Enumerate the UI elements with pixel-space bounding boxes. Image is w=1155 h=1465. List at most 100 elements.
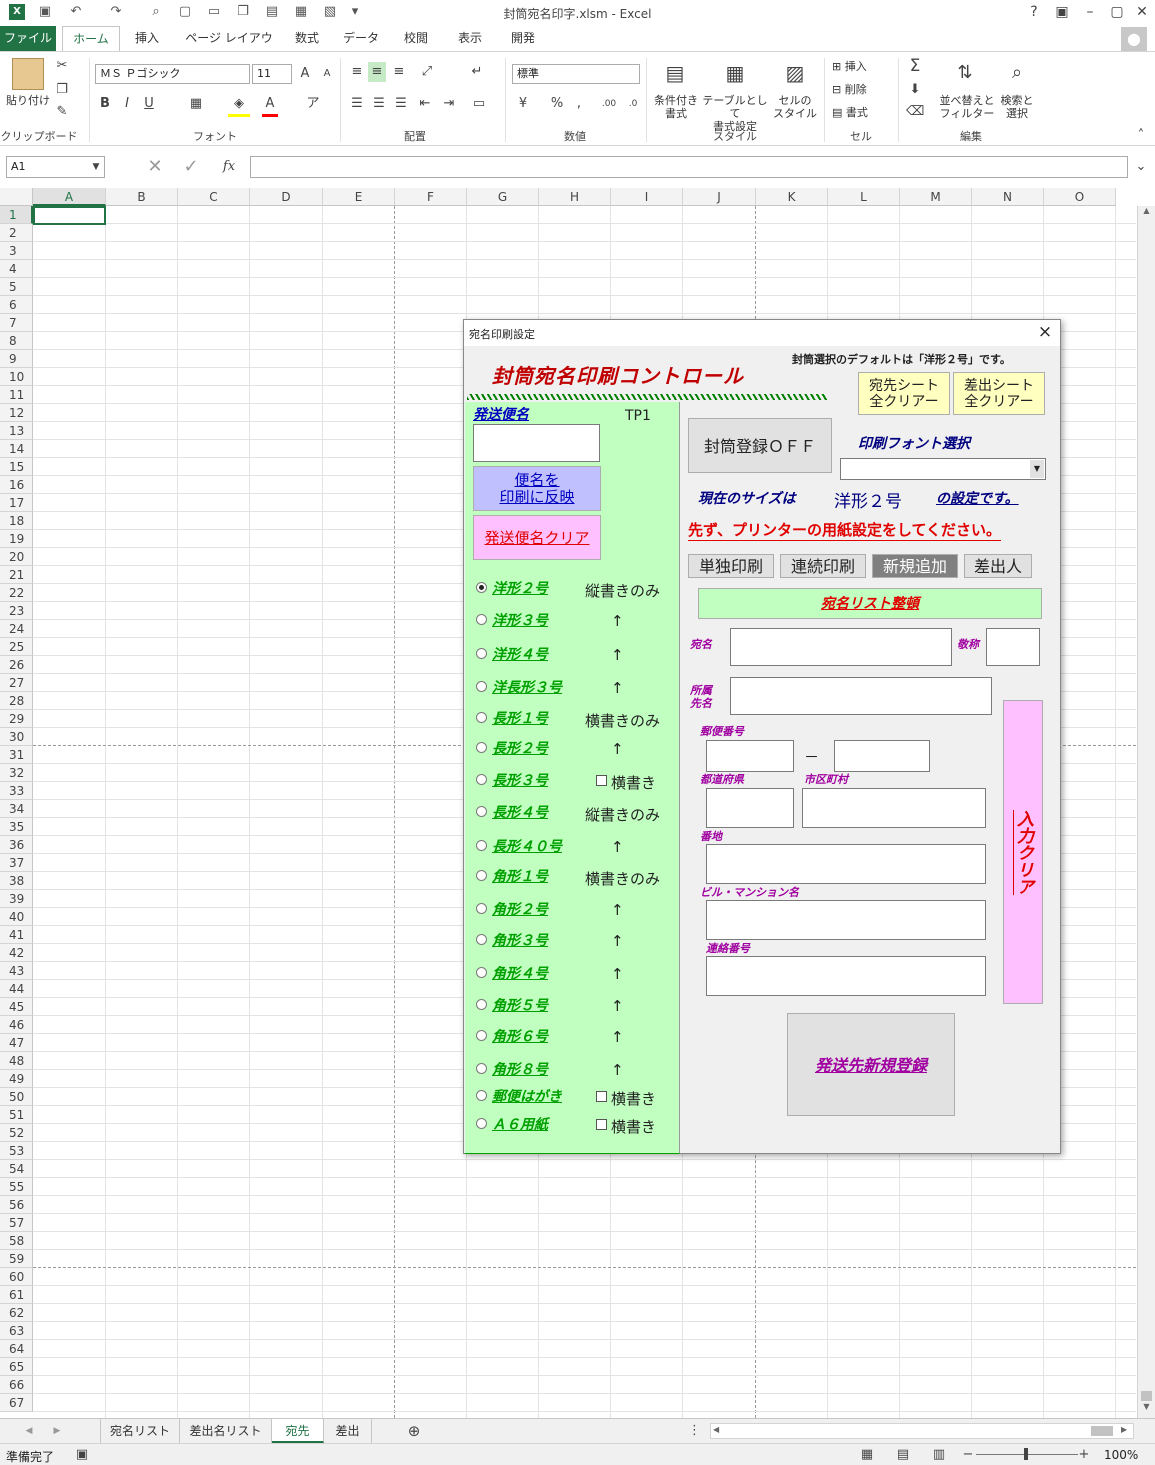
row-header[interactable]: 54	[0, 1160, 33, 1178]
envelope-radio[interactable]	[476, 681, 487, 692]
envelope-radio[interactable]	[476, 1118, 487, 1129]
row-header[interactable]: 62	[0, 1304, 33, 1322]
active-cell[interactable]	[33, 206, 106, 225]
envelope-option-label[interactable]: 角形３号	[492, 930, 548, 950]
row-header[interactable]: 38	[0, 872, 33, 890]
bold-button[interactable]: B	[96, 94, 114, 114]
print-font-select[interactable]	[840, 458, 1046, 480]
increase-decimal-icon[interactable]: .00	[598, 94, 620, 114]
row-header[interactable]: 31	[0, 746, 33, 764]
vertical-scrollbar[interactable]: ▲ ▼	[1137, 206, 1155, 1418]
dest-sheet-clear-button[interactable]: 宛先シート 全クリアー	[858, 372, 950, 415]
envelope-option-label[interactable]: 長形１号	[492, 708, 548, 728]
tab-page-layout[interactable]: ページ レイアウト	[180, 26, 278, 70]
shipping-clear-button[interactable]: 発送便名クリア	[473, 515, 601, 560]
sheet-tab-destination[interactable]: 宛先	[272, 1419, 324, 1443]
expand-formula-icon[interactable]: ⌄	[1132, 157, 1150, 177]
paste-button[interactable]: 貼り付け	[4, 94, 52, 107]
delete-cells-button[interactable]: ⊟ 削除	[832, 83, 892, 96]
envelope-option-label[interactable]: 洋形３号	[492, 610, 548, 630]
new-add-button[interactable]: 新規追加	[872, 554, 958, 578]
align-left-icon[interactable]: ☰	[348, 94, 366, 114]
percent-button[interactable]: %	[548, 94, 566, 114]
row-header[interactable]: 8	[0, 332, 33, 350]
macro-record-icon[interactable]: ▣	[74, 1445, 90, 1465]
sender-sheet-clear-button[interactable]: 差出シート 全クリアー	[953, 372, 1045, 415]
tab-developer[interactable]: 開発	[503, 26, 543, 51]
row-header[interactable]: 16	[0, 476, 33, 494]
column-header[interactable]: L	[828, 188, 900, 206]
accounting-format-icon[interactable]: ¥	[512, 94, 534, 114]
column-header[interactable]: A	[33, 188, 106, 206]
find-select-button[interactable]: 検索と 選択	[996, 94, 1038, 120]
row-header[interactable]: 24	[0, 620, 33, 638]
sheet-tab-sender-list[interactable]: 差出名リスト	[180, 1419, 272, 1443]
row-header[interactable]: 12	[0, 404, 33, 422]
row-header[interactable]: 22	[0, 584, 33, 602]
collapse-ribbon-icon[interactable]: ˄	[1134, 126, 1148, 146]
clear-icon[interactable]: ⌫	[906, 102, 924, 122]
column-header[interactable]: C	[178, 188, 250, 206]
envelope-radio[interactable]	[476, 903, 487, 914]
tab-formulas[interactable]: 数式	[287, 26, 327, 51]
tab-data[interactable]: データ	[338, 26, 384, 51]
dialog-close-button[interactable]: ×	[1034, 322, 1056, 342]
row-header[interactable]: 28	[0, 692, 33, 710]
row-header[interactable]: 46	[0, 1016, 33, 1034]
row-header[interactable]: 59	[0, 1250, 33, 1268]
column-header[interactable]: E	[323, 188, 395, 206]
scroll-right-icon[interactable]: ▶	[1121, 1425, 1131, 1434]
row-header[interactable]: 17	[0, 494, 33, 512]
select-all-corner[interactable]	[0, 188, 33, 206]
envelope-option-label[interactable]: 長形３号	[492, 770, 548, 790]
row-header[interactable]: 44	[0, 980, 33, 998]
account-avatar[interactable]: ●	[1121, 27, 1147, 51]
comma-style-icon[interactable]: ,	[572, 94, 586, 114]
envelope-radio[interactable]	[476, 712, 487, 723]
wrap-text-icon[interactable]: ↵	[468, 62, 486, 82]
conditional-format-button[interactable]: 条件付き 書式	[650, 94, 702, 120]
row-header[interactable]: 26	[0, 656, 33, 674]
row-header[interactable]: 11	[0, 386, 33, 404]
page-layout-view-icon[interactable]: ▤	[894, 1445, 912, 1465]
row-header[interactable]: 2	[0, 224, 33, 242]
align-bottom-icon[interactable]: ≡	[390, 62, 408, 82]
zoom-level[interactable]: 100%	[1104, 1448, 1138, 1462]
horizontal-scrollbar[interactable]: ◀ ▶	[710, 1423, 1134, 1439]
envelope-radio[interactable]	[476, 840, 487, 851]
grow-font-icon[interactable]: A	[296, 64, 314, 84]
envelope-radio[interactable]	[476, 774, 487, 785]
paste-icon[interactable]	[12, 58, 44, 90]
row-header[interactable]: 40	[0, 908, 33, 926]
row-header[interactable]: 65	[0, 1358, 33, 1376]
envelope-radio[interactable]	[476, 999, 487, 1010]
normal-view-icon[interactable]: ▦	[858, 1445, 876, 1465]
envelope-register-button[interactable]: 封筒登録ＯＦＦ	[688, 418, 832, 473]
font-size-select[interactable]: 11	[252, 64, 292, 84]
row-header[interactable]: 63	[0, 1322, 33, 1340]
column-header[interactable]: K	[756, 188, 828, 206]
column-header[interactable]: G	[467, 188, 539, 206]
row-header[interactable]: 48	[0, 1052, 33, 1070]
align-middle-icon[interactable]: ≡	[368, 62, 386, 82]
envelope-radio[interactable]	[476, 806, 487, 817]
sender-button[interactable]: 差出人	[964, 554, 1032, 578]
register-destination-button[interactable]: 発送先新規登録	[787, 1013, 955, 1116]
tab-view[interactable]: 表示	[450, 26, 490, 51]
shrink-font-icon[interactable]: A	[318, 64, 336, 84]
italic-button[interactable]: I	[118, 94, 136, 114]
fill-icon[interactable]: ⬇	[906, 80, 924, 100]
row-header[interactable]: 18	[0, 512, 33, 530]
next-sheet-icon[interactable]: ▶	[50, 1421, 64, 1441]
envelope-option-label[interactable]: 角形４号	[492, 963, 548, 983]
align-top-icon[interactable]: ≡	[348, 62, 366, 82]
number-format-select[interactable]: 標準	[512, 64, 640, 84]
row-header[interactable]: 25	[0, 638, 33, 656]
shipping-name-input[interactable]	[473, 424, 600, 462]
postal-code-first-input[interactable]	[706, 740, 794, 772]
address-list-sort-button[interactable]: 宛名リスト整頓	[698, 588, 1042, 619]
row-header[interactable]: 61	[0, 1286, 33, 1304]
envelope-option-label[interactable]: 角形５号	[492, 995, 548, 1015]
decrease-indent-icon[interactable]: ⇤	[416, 94, 434, 114]
row-header[interactable]: 64	[0, 1340, 33, 1358]
